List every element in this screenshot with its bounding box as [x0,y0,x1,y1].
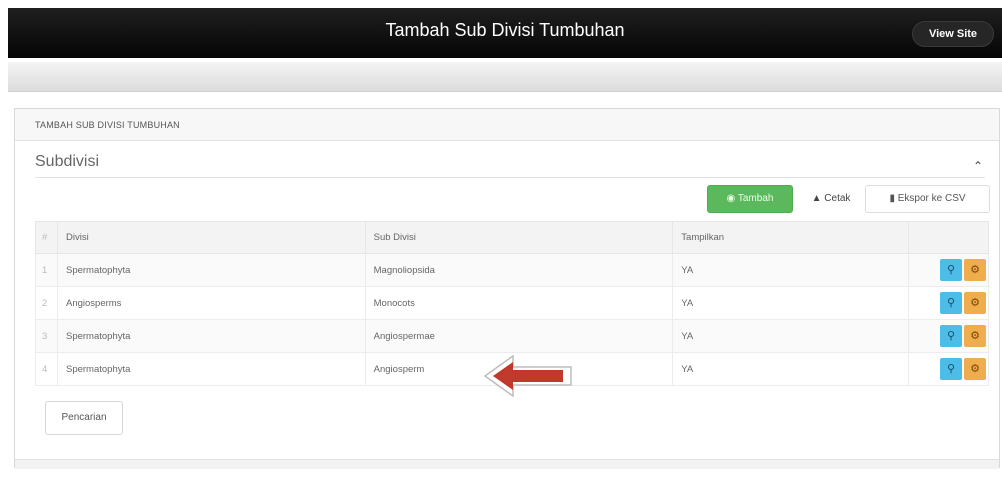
search-icon[interactable]: ⚲ [940,292,962,314]
print-button[interactable]: ▲ Cetak [799,185,863,213]
chevron-up-icon[interactable]: ⌃ [973,159,983,173]
table-row: 2 Angiosperms Monocots YA ⚲ ⚙ [35,286,989,320]
cell-tampilkan: YA [672,352,910,386]
cell-actions: ⚲ ⚙ [908,286,989,320]
col-header-divisi[interactable]: Divisi [56,221,366,254]
cell-number: 4 [35,352,58,386]
cell-tampilkan: YA [672,286,910,320]
col-header-tampilkan[interactable]: Tampilkan [672,221,910,254]
print-button-label: Cetak [824,193,851,204]
cell-actions: ⚲ ⚙ [908,352,989,386]
cell-tampilkan: YA [672,319,910,353]
plus-icon: ◉ [726,193,738,204]
breadcrumb: TAMBAH SUB DIVISI TUMBUHAN [35,120,180,130]
gear-icon[interactable]: ⚙ [964,259,986,281]
table-header-row: # Divisi Sub Divisi Tampilkan [35,221,989,254]
col-header-number: # [35,221,58,254]
export-csv-button[interactable]: ▮ Ekspor ke CSV [865,185,990,213]
cell-number: 2 [35,286,58,320]
view-site-button[interactable]: View Site [912,21,994,47]
cell-sub-divisi: Monocots [364,286,674,320]
table-row: 1 Spermatophyta Magnoliopsida YA ⚲ ⚙ [35,253,989,287]
cell-actions: ⚲ ⚙ [908,319,989,353]
add-button-label: Tambah [737,193,774,204]
gear-icon[interactable]: ⚙ [964,358,986,380]
panel-footer [15,459,999,469]
col-header-sub-divisi[interactable]: Sub Divisi [364,221,674,254]
content-panel: TAMBAH SUB DIVISI TUMBUHAN Subdivisi ⌃ ◉… [14,108,1000,469]
search-icon[interactable]: ⚲ [940,358,962,380]
cell-sub-divisi: Magnoliopsida [364,253,674,287]
cell-sub-divisi: Angiospermae [364,319,674,353]
section-title: Subdivisi [35,153,100,170]
search-icon[interactable]: ⚲ [940,259,962,281]
cell-number: 1 [35,253,58,287]
export-csv-label: Ekspor ke CSV [897,193,966,204]
gear-icon[interactable]: ⚙ [964,292,986,314]
panel-heading: TAMBAH SUB DIVISI TUMBUHAN [15,109,999,141]
page-title: Tambah Sub Divisi Tumbuhan [385,20,625,40]
table-row: 3 Spermatophyta Angiospermae YA ⚲ ⚙ [35,319,989,353]
cell-tampilkan: YA [672,253,910,287]
cell-actions: ⚲ ⚙ [908,253,989,287]
cell-divisi: Spermatophyta [56,253,366,287]
cell-number: 3 [35,319,58,353]
cell-divisi: Angiosperms [56,286,366,320]
col-header-actions [908,221,989,254]
cell-divisi: Spermatophyta [56,319,366,353]
cell-divisi: Spermatophyta [56,352,366,386]
add-button[interactable]: ◉ Tambah [707,185,793,213]
print-icon: ▲ [811,193,825,204]
top-navbar: Tambah Sub Divisi Tumbuhan View Site [8,8,1002,58]
sub-navbar [8,62,1002,92]
gear-icon[interactable]: ⚙ [964,325,986,347]
file-icon: ▮ [889,193,898,204]
section-divider [35,177,985,178]
arrow-left-icon [483,355,572,397]
search-icon[interactable]: ⚲ [940,325,962,347]
search-button[interactable]: Pencarian [45,401,123,435]
